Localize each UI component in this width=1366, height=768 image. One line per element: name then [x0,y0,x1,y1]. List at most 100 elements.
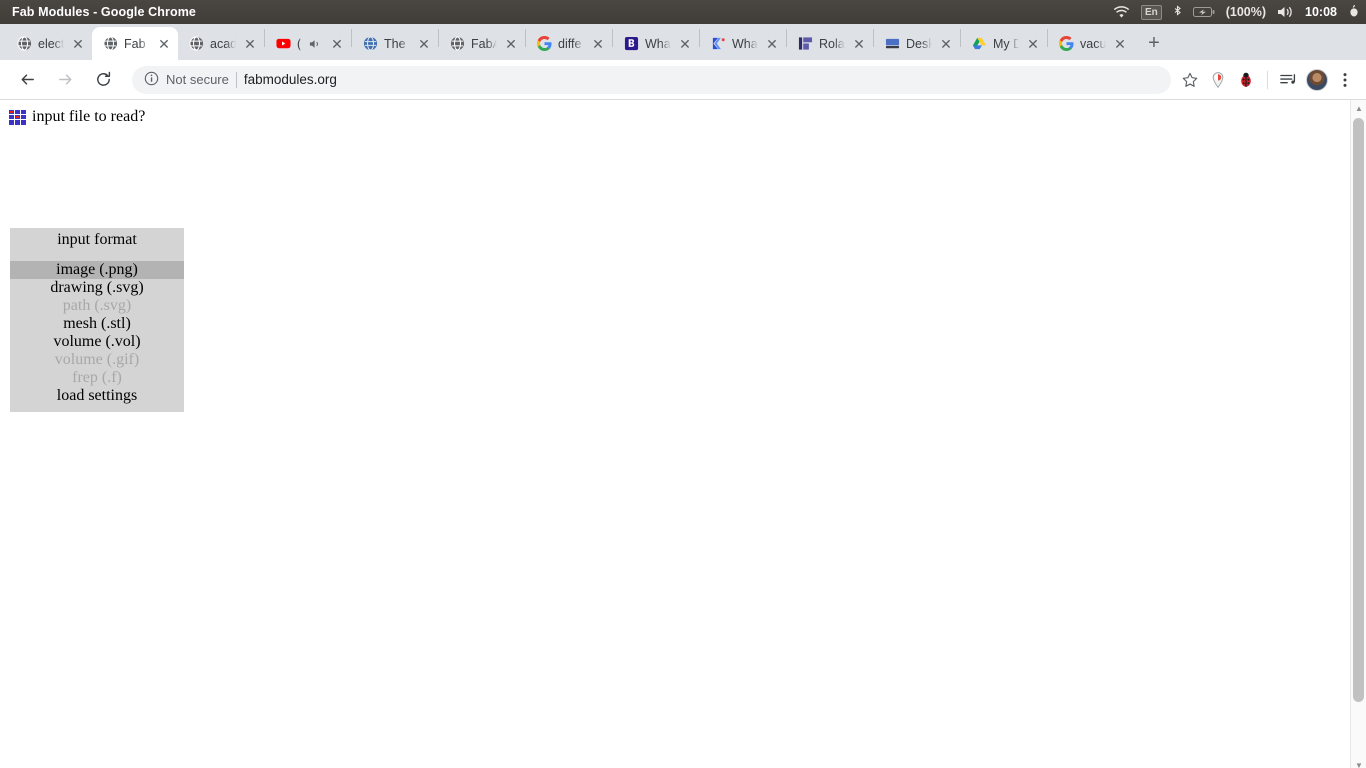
youtube-icon [275,36,291,52]
browser-tab-10[interactable]: Desk ✕ [874,27,960,60]
globe-icon [188,36,204,52]
browser-tab-12[interactable]: vacu ✕ [1048,27,1134,60]
google-icon [536,36,552,52]
security-status-label: Not secure [166,72,229,87]
tab-close-button[interactable]: ✕ [764,36,780,52]
tab-title: acad [210,36,236,51]
format-option-path-svg: path (.svg) [62,297,132,314]
format-option-image-png[interactable]: image (.png) [10,261,184,279]
media-playlist-icon[interactable] [1276,67,1302,93]
browser-tab-0[interactable]: elect ✕ [6,27,92,60]
tab-title: Rolan [819,36,845,51]
vertical-scrollbar[interactable]: ▲ ▼ [1350,100,1366,768]
pin-extension-icon[interactable] [1205,67,1231,93]
wifi-icon[interactable] [1113,5,1130,19]
tab-title: What [732,36,758,51]
tab-title: Desk [906,36,932,51]
fabmodules-grid-logo[interactable] [9,109,26,125]
address-bar[interactable]: Not secure fabmodules.org [132,65,1171,94]
tab-title: (1 [297,36,301,51]
browser-tab-9[interactable]: Rolan ✕ [787,27,873,60]
menu-spacer [10,254,184,261]
tab-close-button[interactable]: ✕ [242,36,258,52]
ladybug-extension-icon[interactable] [1233,67,1259,93]
input-format-menu: input format image (.png) drawing (.svg)… [10,228,184,412]
browser-tab-6[interactable]: diffe ✕ [526,27,612,60]
avatar[interactable] [1304,67,1330,93]
browser-tab-11[interactable]: My D ✕ [961,27,1047,60]
browser-tab-7[interactable]: What ✕ [613,27,699,60]
blackboard-icon [623,36,639,52]
tab-close-button[interactable]: ✕ [329,36,345,52]
forward-arrow-icon[interactable] [50,65,80,95]
format-option-volume-gif: volume (.gif) [54,351,140,368]
tab-title: What [645,36,671,51]
tab-title: elect [38,36,64,51]
format-option-load-settings[interactable]: load settings [10,387,184,405]
globe-icon [16,36,32,52]
browser-tab-2[interactable]: acad ✕ [178,27,264,60]
scroll-down-arrow-icon[interactable]: ▼ [1351,757,1366,768]
globe-icon [102,36,118,52]
omnibox-divider [235,71,237,88]
back-arrow-icon[interactable] [12,65,42,95]
power-icon[interactable] [1348,5,1360,19]
window-titlebar: Fab Modules - Google Chrome En (100%) 10… [0,0,1366,24]
volume-icon[interactable] [1277,5,1294,19]
monitor-icon [884,36,900,52]
tab-close-button[interactable]: ✕ [1025,36,1041,52]
globe-icon [449,36,465,52]
page-header: input file to read? [0,100,1350,126]
url-text[interactable]: fabmodules.org [244,72,337,87]
info-circle-icon[interactable] [144,71,159,89]
tab-close-button[interactable]: ✕ [1112,36,1128,52]
page-viewport: input file to read? input format image (… [0,100,1366,768]
three-dot-menu-icon[interactable] [1332,67,1358,93]
tab-close-button[interactable]: ✕ [851,36,867,52]
format-option-frep-f: frep (.f) [72,369,122,386]
browser-tab-4[interactable]: The C ✕ [352,27,438,60]
tab-close-button[interactable]: ✕ [70,36,86,52]
window-title: Fab Modules - Google Chrome [12,5,196,19]
toolbar-divider [1267,70,1268,89]
browser-toolbar: Not secure fabmodules.org [0,60,1366,100]
browser-tab-1-active[interactable]: Fab M ✕ [92,27,178,60]
system-tray: En (100%) 10:08 [1113,0,1360,24]
tab-close-button[interactable]: ✕ [156,36,172,52]
scroll-up-arrow-icon[interactable]: ▲ [1351,100,1366,116]
menu-spacer-bottom [10,405,184,412]
browser-tab-3[interactable]: (1 ✕ [265,27,351,60]
tab-close-button[interactable]: ✕ [938,36,954,52]
browser-tab-8[interactable]: What ✕ [700,27,786,60]
format-option-drawing-svg[interactable]: drawing (.svg) [10,279,184,297]
system-clock[interactable]: 10:08 [1305,5,1337,19]
tab-audio-icon[interactable] [307,36,323,52]
star-icon[interactable] [1177,67,1203,93]
kde-icon [710,36,726,52]
toolbar-right-actions [1177,67,1358,93]
tab-close-button[interactable]: ✕ [590,36,606,52]
tab-title: Fab M [124,36,150,51]
format-option-volume-vol[interactable]: volume (.vol) [10,333,184,351]
input-format-menu-header: input format [57,231,137,248]
page-title: input file to read? [32,108,146,125]
battery-charging-icon[interactable] [1192,6,1215,18]
layout-icon [797,36,813,52]
tab-close-button[interactable]: ✕ [416,36,432,52]
tab-title: FabA [471,36,497,51]
browser-tab-5[interactable]: FabA ✕ [439,27,525,60]
reload-icon[interactable] [88,65,118,95]
google-icon [1058,36,1074,52]
tab-title: My D [993,36,1019,51]
new-tab-button[interactable]: + [1140,29,1168,57]
tab-title: The C [384,36,410,51]
tab-title: diffe [558,36,582,51]
google-drive-icon [971,36,987,52]
bluetooth-icon[interactable] [1173,5,1182,19]
keyboard-layout-indicator[interactable]: En [1140,4,1162,20]
battery-percent-label: (100%) [1225,5,1267,19]
tab-close-button[interactable]: ✕ [503,36,519,52]
tab-close-button[interactable]: ✕ [677,36,693,52]
format-option-mesh-stl[interactable]: mesh (.stl) [10,315,184,333]
scrollbar-thumb[interactable] [1353,118,1364,702]
